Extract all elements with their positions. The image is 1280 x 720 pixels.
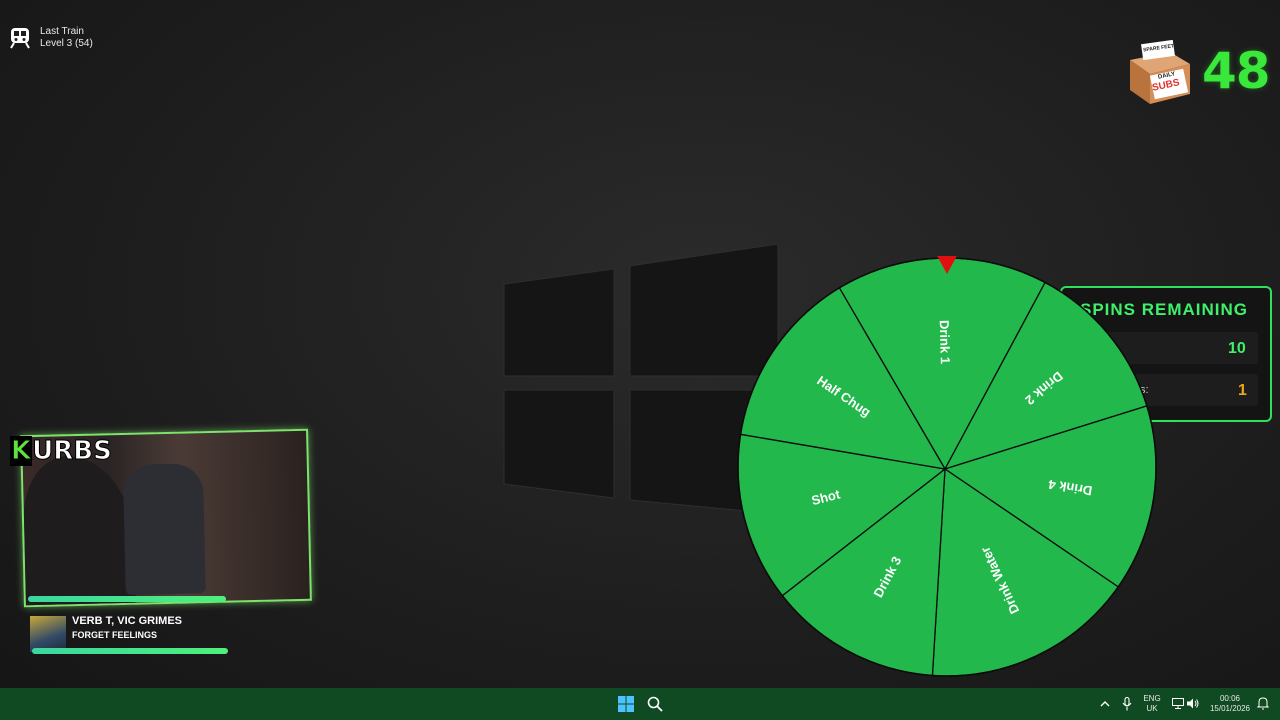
album-art [30,616,66,652]
language-code: ENG [1143,694,1161,703]
wheel-segment-label: Drink 1 [937,320,953,364]
clock-date: 15/01/2026 [1209,704,1251,713]
clock-time: 00:06 [1219,694,1241,703]
train-title: Last Train [40,26,84,37]
channel-logo: KURBS [10,436,113,467]
taskbar [0,688,1280,720]
now-playing-progress-bar [32,648,228,654]
windows-start-icon[interactable] [618,696,634,712]
train-widget: Last Train Level 3 (54) [10,26,93,50]
volume-icon[interactable] [1187,698,1199,709]
notification-bell-icon[interactable] [1257,697,1269,710]
channel-logo-k: K [10,436,33,467]
daily-subs-count: 48 [1202,42,1271,100]
microphone-icon[interactable] [1122,697,1132,711]
language-indicator[interactable]: ENG UK [1140,694,1164,714]
webcam-accent-bar [28,596,226,602]
now-playing-title: FORGET FEELINGS [72,630,158,640]
webcam-person [22,454,136,608]
webcam-chair [122,463,206,595]
spins-row-1-value: 10 [1228,340,1246,357]
train-level: Level 3 (54) [40,38,93,49]
channel-logo-rest: URBS [32,436,113,467]
search-icon[interactable] [647,696,663,712]
chevron-up-icon[interactable] [1100,699,1110,709]
spin-wheel[interactable]: Drink 1Drink 2Drink 4Drink WaterDrink 3S… [736,256,1158,678]
network-icon[interactable] [1172,698,1184,709]
spins-row-2-value: 1 [1238,382,1247,399]
clock[interactable]: 00:06 15/01/2026 [1206,694,1254,714]
language-region: UK [1146,704,1158,713]
train-icon [10,28,30,49]
now-playing-artist: VERB T, VIC GRIMES [72,615,183,627]
